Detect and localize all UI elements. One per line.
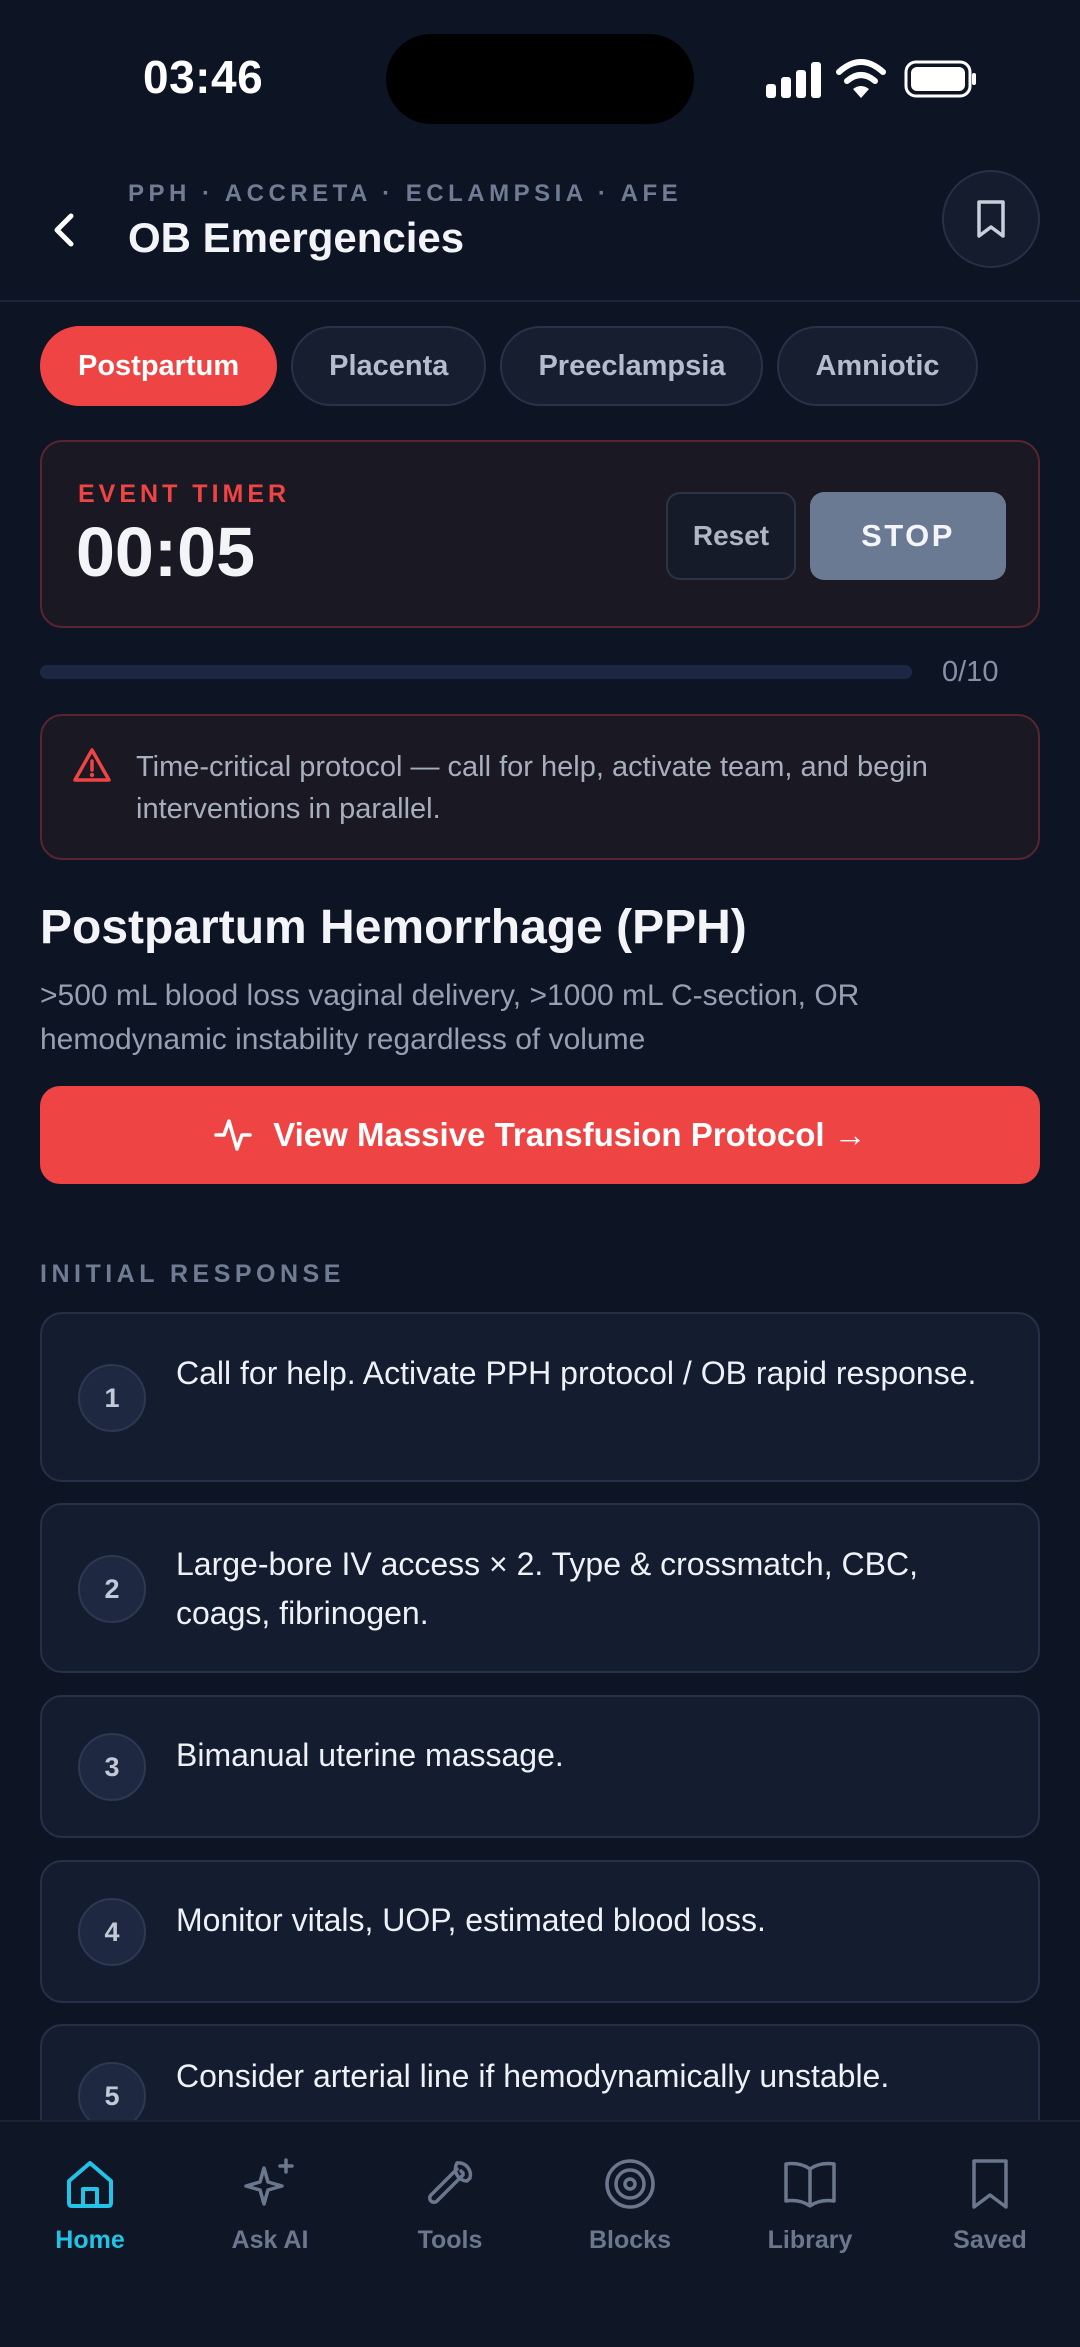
activity-pulse-icon [214, 1119, 252, 1151]
step-number: 3 [78, 1733, 146, 1801]
chevron-left-icon [54, 213, 74, 247]
step-number: 5 [78, 2062, 146, 2120]
header-subtitle: PPH · ACCRETA · ECLAMPSIA · AFE [128, 180, 683, 207]
bottom-tab-bar: Home Ask AI Tools Blocks Library Saved [0, 2120, 1080, 2347]
bookmark-button[interactable] [942, 170, 1040, 268]
nav-label: Library [767, 2226, 853, 2254]
step-card[interactable]: 4 Monitor vitals, UOP, estimated blood l… [40, 1860, 1040, 2003]
reset-button[interactable]: Reset [666, 492, 796, 580]
wifi-icon [836, 59, 886, 98]
tab-preeclampsia[interactable]: Preeclampsia [500, 326, 764, 406]
section-title: Postpartum Hemorrhage (PPH) [40, 901, 747, 954]
step-text: Consider arterial line if hemodynamicall… [176, 2058, 890, 2094]
step-text: Large-bore IV access × 2. Type & crossma… [176, 1546, 918, 1631]
group-label-initial-response: INITIAL RESPONSE [40, 1260, 345, 1288]
step-list: 1 Call for help. Activate PPH protocol /… [40, 1312, 1040, 2120]
stop-button[interactable]: STOP [810, 492, 1006, 580]
home-icon [58, 2152, 122, 2216]
bookmark-icon [977, 200, 1005, 238]
step-text: Call for help. Activate PPH protocol / O… [176, 1355, 977, 1391]
nav-tools[interactable]: Tools [360, 2152, 540, 2282]
progress-count: 0/10 [942, 656, 999, 688]
screen-header: PPH · ACCRETA · ECLAMPSIA · AFE OB Emerg… [0, 160, 1080, 302]
checklist-progress-bar [40, 665, 912, 679]
battery-icon [904, 60, 976, 98]
step-number: 2 [78, 1555, 146, 1623]
step-text: Monitor vitals, UOP, estimated blood los… [176, 1902, 766, 1938]
wrench-icon [418, 2152, 482, 2216]
sparkle-icon [238, 2152, 302, 2216]
bookmark-icon [958, 2152, 1022, 2216]
nav-label: Ask AI [231, 2226, 309, 2254]
cellular-signal-icon [766, 62, 822, 98]
step-card[interactable]: 2 Large-bore IV access × 2. Type & cross… [40, 1503, 1040, 1673]
step-card[interactable]: 1 Call for help. Activate PPH protocol /… [40, 1312, 1040, 1482]
nav-library[interactable]: Library [720, 2152, 900, 2282]
timer-label: EVENT TIMER [78, 480, 291, 508]
step-card[interactable]: 3 Bimanual uterine massage. [40, 1695, 1040, 1838]
nav-blocks[interactable]: Blocks [540, 2152, 720, 2282]
step-number: 1 [78, 1364, 146, 1432]
event-timer-card: EVENT TIMER 00:05 Reset STOP [40, 440, 1040, 628]
critical-alert-banner: Time-critical protocol — call for help, … [40, 714, 1040, 860]
view-mtp-button[interactable]: View Massive Transfusion Protocol → [40, 1086, 1040, 1184]
page-title: OB Emergencies [128, 214, 465, 261]
view-mtp-label: View Massive Transfusion Protocol → [273, 1116, 867, 1153]
section-description: >500 mL blood loss vaginal delivery, >10… [40, 979, 860, 1056]
alert-text: Time-critical protocol — call for help, … [136, 751, 928, 825]
step-text: Bimanual uterine massage. [176, 1737, 564, 1773]
nav-label: Home [55, 2226, 125, 2254]
tab-amniotic[interactable]: Amniotic [777, 326, 978, 406]
nav-home[interactable]: Home [0, 2152, 180, 2282]
tab-placenta[interactable]: Placenta [291, 326, 487, 406]
target-icon [598, 2152, 662, 2216]
protocol-tabs: Postpartum Placenta Preeclampsia Amnioti… [40, 326, 978, 406]
nav-ask-ai[interactable]: Ask AI [180, 2152, 360, 2282]
tab-postpartum[interactable]: Postpartum [40, 326, 278, 406]
status-time: 03:46 [143, 51, 264, 103]
warning-triangle-icon [73, 748, 111, 782]
step-card[interactable]: 5 Consider arterial line if hemodynamica… [40, 2024, 1040, 2120]
status-bar: 03:46 [0, 0, 1080, 150]
step-number: 4 [78, 1898, 146, 1966]
book-icon [778, 2152, 842, 2216]
nav-saved[interactable]: Saved [900, 2152, 1080, 2282]
app-screen: 03:46 PPH · ACCRETA · ECLAMPSIA · AFE OB… [0, 0, 1080, 2347]
dynamic-island [386, 34, 694, 124]
nav-label: Tools [417, 2226, 483, 2254]
timer-value: 00:05 [76, 513, 256, 591]
back-button[interactable] [40, 200, 88, 260]
nav-label: Blocks [589, 2226, 671, 2254]
nav-label: Saved [953, 2226, 1027, 2254]
